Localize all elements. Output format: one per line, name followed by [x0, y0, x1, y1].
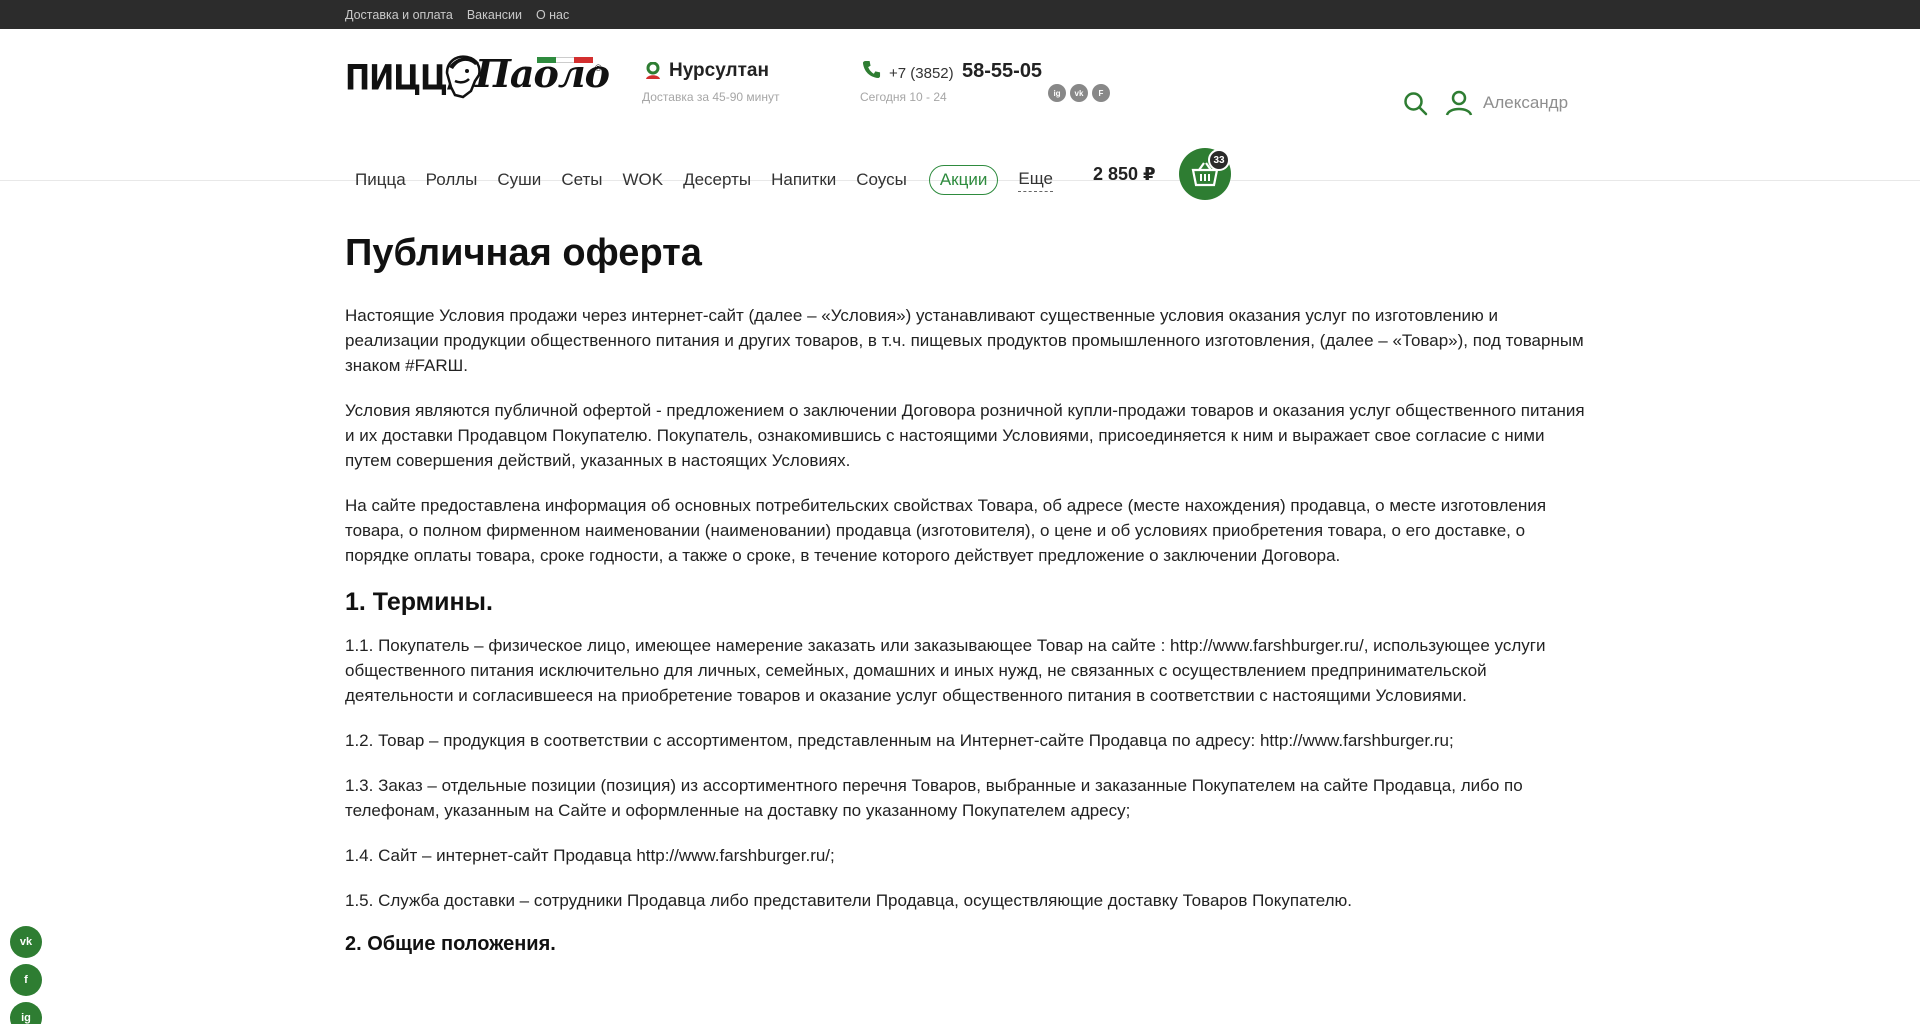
- header-socials: ig vk F: [1048, 84, 1110, 102]
- instagram-icon[interactable]: ig: [1048, 84, 1066, 102]
- location-pin-icon: [646, 62, 660, 79]
- term-paragraph: 1.2. Товар – продукция в соответствии с …: [345, 731, 1454, 750]
- logo-flag: [537, 57, 594, 63]
- link-about[interactable]: О нас: [536, 8, 569, 22]
- foursquare-icon[interactable]: F: [1092, 84, 1110, 102]
- delivery-time: Доставка за 45-90 минут: [642, 90, 780, 104]
- main-nav: Пицца Роллы Суши Сеты WOK Десерты Напитк…: [345, 157, 1575, 203]
- term-paragraph: 1.3. Заказ – отдельные позиции (позиция)…: [345, 776, 1523, 820]
- instagram-icon[interactable]: ig: [10, 1002, 42, 1024]
- intro-paragraph: На сайте предоставлена информация об осн…: [345, 496, 1547, 565]
- intro-paragraph: Настоящие Условия продажи через интернет…: [345, 306, 1584, 375]
- logo[interactable]: ПИЦЦА Паоло ®: [345, 49, 610, 103]
- nav-sushi[interactable]: Суши: [487, 170, 551, 190]
- nav-more[interactable]: Еще: [1018, 169, 1053, 192]
- nav-promo[interactable]: Акции: [928, 165, 999, 195]
- phone-number[interactable]: 58-55-05: [962, 60, 1042, 83]
- page-title: Публичная оферта: [345, 232, 702, 274]
- nav-pizza[interactable]: Пицца: [345, 170, 416, 190]
- section-heading: 1. Термины.: [345, 588, 493, 616]
- link-delivery[interactable]: Доставка и оплата: [345, 8, 453, 22]
- vk-icon[interactable]: vk: [10, 926, 42, 958]
- working-hours: Сегодня 10 - 24: [860, 90, 947, 104]
- main-content: Публичная оферта Настоящие Условия прода…: [345, 232, 1585, 964]
- top-bar: Доставка и оплата Вакансии О нас: [0, 0, 1920, 29]
- user-icon: [1445, 90, 1473, 116]
- nav-sets[interactable]: Сеты: [551, 170, 612, 190]
- cart-sum: 2 850 ₽: [1093, 164, 1156, 184]
- vk-icon[interactable]: vk: [1070, 84, 1088, 102]
- cart-count-badge: 33: [1208, 149, 1230, 171]
- search-icon[interactable]: [1403, 91, 1428, 116]
- nav-rolls[interactable]: Роллы: [416, 170, 488, 190]
- header: ПИЦЦА Паоло ® Нурсултан Доставка за 45-9…: [0, 29, 1920, 200]
- section-heading: 2. Общие положения.: [345, 933, 556, 955]
- term-paragraph: 1.4. Сайт – интернет-сайт Продавца http:…: [345, 846, 835, 865]
- phone-icon: [862, 60, 881, 79]
- term-paragraph: 1.5. Служба доставки – сотрудники Продав…: [345, 891, 1353, 910]
- term-paragraph: 1.1. Покупатель – физическое лицо, имеющ…: [345, 636, 1546, 705]
- nav-desserts[interactable]: Десерты: [673, 170, 761, 190]
- phone-code: +7 (3852): [889, 65, 954, 82]
- side-socials: vk f ig: [10, 926, 42, 1024]
- nav-sauces[interactable]: Соусы: [846, 170, 917, 190]
- nav-wok[interactable]: WOK: [612, 170, 673, 190]
- city-name: Нурсултан: [669, 60, 769, 81]
- user-name: Александр: [1483, 93, 1569, 112]
- logo-registered-mark: ®: [595, 63, 602, 73]
- nav-drinks[interactable]: Напитки: [761, 170, 846, 190]
- intro-paragraph: Условия являются публичной офертой - пре…: [345, 401, 1585, 470]
- link-vacancies[interactable]: Вакансии: [467, 8, 522, 22]
- facebook-icon[interactable]: f: [10, 964, 42, 996]
